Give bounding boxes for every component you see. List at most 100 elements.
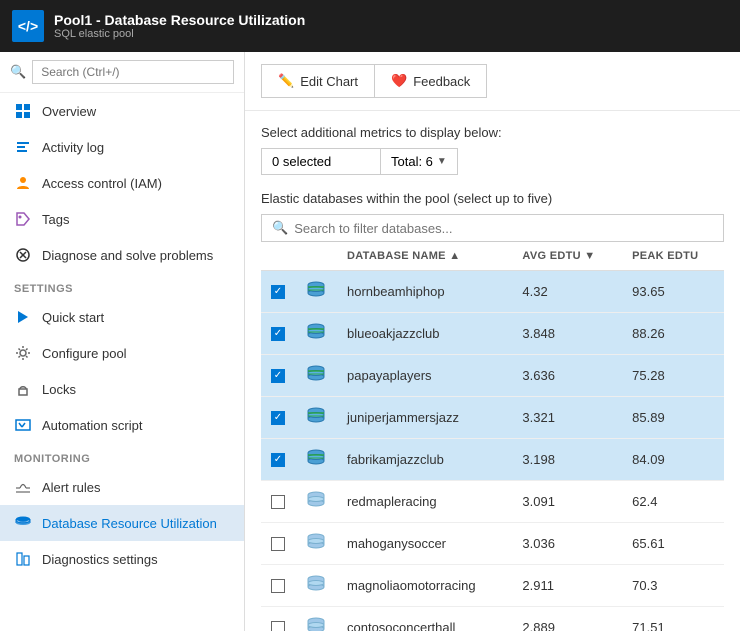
sidebar-item-alert-rules[interactable]: Alert rules	[0, 469, 244, 505]
db-icon-cell	[295, 523, 337, 565]
db-name-cell: redmapleracing	[337, 481, 512, 523]
peak-edtu-cell: 65.61	[622, 523, 724, 565]
db-icon-cell	[295, 397, 337, 439]
page-subtitle: SQL elastic pool	[54, 28, 305, 40]
sidebar-item-automation[interactable]: Automation script	[0, 407, 244, 443]
row-checkbox[interactable]	[271, 495, 285, 509]
db-icon-cell	[295, 355, 337, 397]
db-search-box[interactable]: 🔍	[261, 214, 724, 242]
table-row[interactable]: mahoganysoccer3.03665.61	[261, 523, 724, 565]
sidebar-item-configure-pool[interactable]: Configure pool	[0, 335, 244, 371]
row-checkbox[interactable]: ✓	[271, 285, 285, 299]
sidebar-item-label: Overview	[42, 104, 96, 119]
overview-icon	[14, 102, 32, 120]
row-checkbox[interactable]	[271, 537, 285, 551]
sidebar-item-diagnostics[interactable]: Diagnostics settings	[0, 541, 244, 577]
peak-edtu-cell: 71.51	[622, 607, 724, 631]
row-checkbox[interactable]: ✓	[271, 453, 285, 467]
sort-asc-icon: ▲	[449, 250, 460, 262]
peak-edtu-col-header[interactable]: PEAK EDTU	[622, 242, 724, 271]
db-search-input[interactable]	[294, 221, 713, 236]
sidebar-item-db-resource-utilization[interactable]: Database Resource Utilization	[0, 505, 244, 541]
table-row[interactable]: ✓ hornbeamhiphop4.3293.65	[261, 271, 724, 313]
db-name-cell: mahoganysoccer	[337, 523, 512, 565]
db-icon	[305, 363, 327, 385]
access-control-icon	[14, 174, 32, 192]
avg-edtu-cell: 3.321	[512, 397, 622, 439]
diagnose-icon	[14, 246, 32, 264]
sidebar-item-diagnose[interactable]: Diagnose and solve problems	[0, 237, 244, 273]
peak-edtu-cell: 70.3	[622, 565, 724, 607]
activity-log-icon	[14, 138, 32, 156]
sidebar-item-label: Database Resource Utilization	[42, 516, 217, 531]
db-icon	[305, 573, 327, 595]
avg-edtu-cell: 3.848	[512, 313, 622, 355]
metrics-selected-value: 0 selected	[272, 154, 331, 169]
avg-edtu-col-header[interactable]: AVG EDTU ▼	[512, 242, 622, 271]
edit-chart-icon: ✏️	[278, 73, 294, 89]
db-name-cell: magnoliaomotorracing	[337, 565, 512, 607]
db-icon	[305, 279, 327, 301]
tags-icon	[14, 210, 32, 228]
db-icon	[305, 615, 327, 631]
configure-pool-icon	[14, 344, 32, 362]
search-input[interactable]	[32, 60, 234, 84]
peak-edtu-cell: 93.65	[622, 271, 724, 313]
row-checkbox[interactable]	[271, 579, 285, 593]
table-row[interactable]: ✓ juniperjammersjazz3.32185.89	[261, 397, 724, 439]
sidebar-item-quick-start[interactable]: Quick start	[0, 299, 244, 335]
row-checkbox[interactable]	[271, 621, 285, 631]
content-area: ✏️ Edit Chart ❤️ Feedback Select additio…	[245, 52, 740, 631]
sidebar-item-label: Access control (IAM)	[42, 176, 162, 191]
row-checkbox[interactable]: ✓	[271, 327, 285, 341]
sidebar-item-access-control[interactable]: Access control (IAM)	[0, 165, 244, 201]
avg-edtu-cell: 3.636	[512, 355, 622, 397]
table-row[interactable]: ✓ fabrikamjazzclub3.19884.09	[261, 439, 724, 481]
db-icon-cell	[295, 607, 337, 631]
header-icon: </>	[12, 10, 44, 42]
metrics-dropdown[interactable]: 0 selected	[261, 148, 381, 175]
db-name-cell: juniperjammersjazz	[337, 397, 512, 439]
sidebar-item-label: Alert rules	[42, 480, 101, 495]
feedback-button[interactable]: ❤️ Feedback	[374, 64, 487, 98]
alert-rules-icon	[14, 478, 32, 496]
db-icon	[305, 447, 327, 469]
db-search-icon: 🔍	[272, 220, 288, 236]
sidebar-item-locks[interactable]: Locks	[0, 371, 244, 407]
sidebar-item-activity-log[interactable]: Activity log	[0, 129, 244, 165]
sidebar-item-overview[interactable]: Overview	[0, 93, 244, 129]
table-row[interactable]: redmapleracing3.09162.4	[261, 481, 724, 523]
chevron-down-icon: ▼	[437, 156, 447, 167]
sort-desc-icon: ▼	[584, 250, 595, 262]
row-checkbox[interactable]: ✓	[271, 411, 285, 425]
diagnostics-icon	[14, 550, 32, 568]
edit-chart-label: Edit Chart	[300, 74, 358, 89]
table-row[interactable]: magnoliaomotorracing2.91170.3	[261, 565, 724, 607]
metrics-total-dropdown[interactable]: Total: 6 ▼	[381, 148, 458, 175]
db-name-cell: blueoakjazzclub	[337, 313, 512, 355]
db-name-col-header[interactable]: DATABASE NAME ▲	[337, 242, 512, 271]
sidebar-item-label: Activity log	[42, 140, 104, 155]
db-icon	[305, 321, 327, 343]
db-icon-cell	[295, 565, 337, 607]
row-checkbox[interactable]: ✓	[271, 369, 285, 383]
sidebar-item-tags[interactable]: Tags	[0, 201, 244, 237]
table-row[interactable]: ✓ papayaplayers3.63675.28	[261, 355, 724, 397]
db-icon-cell	[295, 481, 337, 523]
avg-edtu-cell: 2.889	[512, 607, 622, 631]
metrics-total-label: Total: 6	[391, 154, 433, 169]
edit-chart-button[interactable]: ✏️ Edit Chart	[261, 64, 374, 98]
db-icon-cell	[295, 313, 337, 355]
sidebar-item-label: Tags	[42, 212, 69, 227]
sidebar: 🔍 Overview Activity log Access control (…	[0, 52, 245, 631]
sidebar-item-label: Locks	[42, 382, 76, 397]
sidebar-item-label: Quick start	[42, 310, 104, 325]
sidebar-item-label: Diagnostics settings	[42, 552, 158, 567]
locks-icon	[14, 380, 32, 398]
avg-edtu-cell: 3.198	[512, 439, 622, 481]
peak-edtu-cell: 75.28	[622, 355, 724, 397]
db-name-cell: hornbeamhiphop	[337, 271, 512, 313]
table-row[interactable]: contosoconcerthall2.88971.51	[261, 607, 724, 631]
feedback-label: Feedback	[413, 74, 470, 89]
table-row[interactable]: ✓ blueoakjazzclub3.84888.26	[261, 313, 724, 355]
